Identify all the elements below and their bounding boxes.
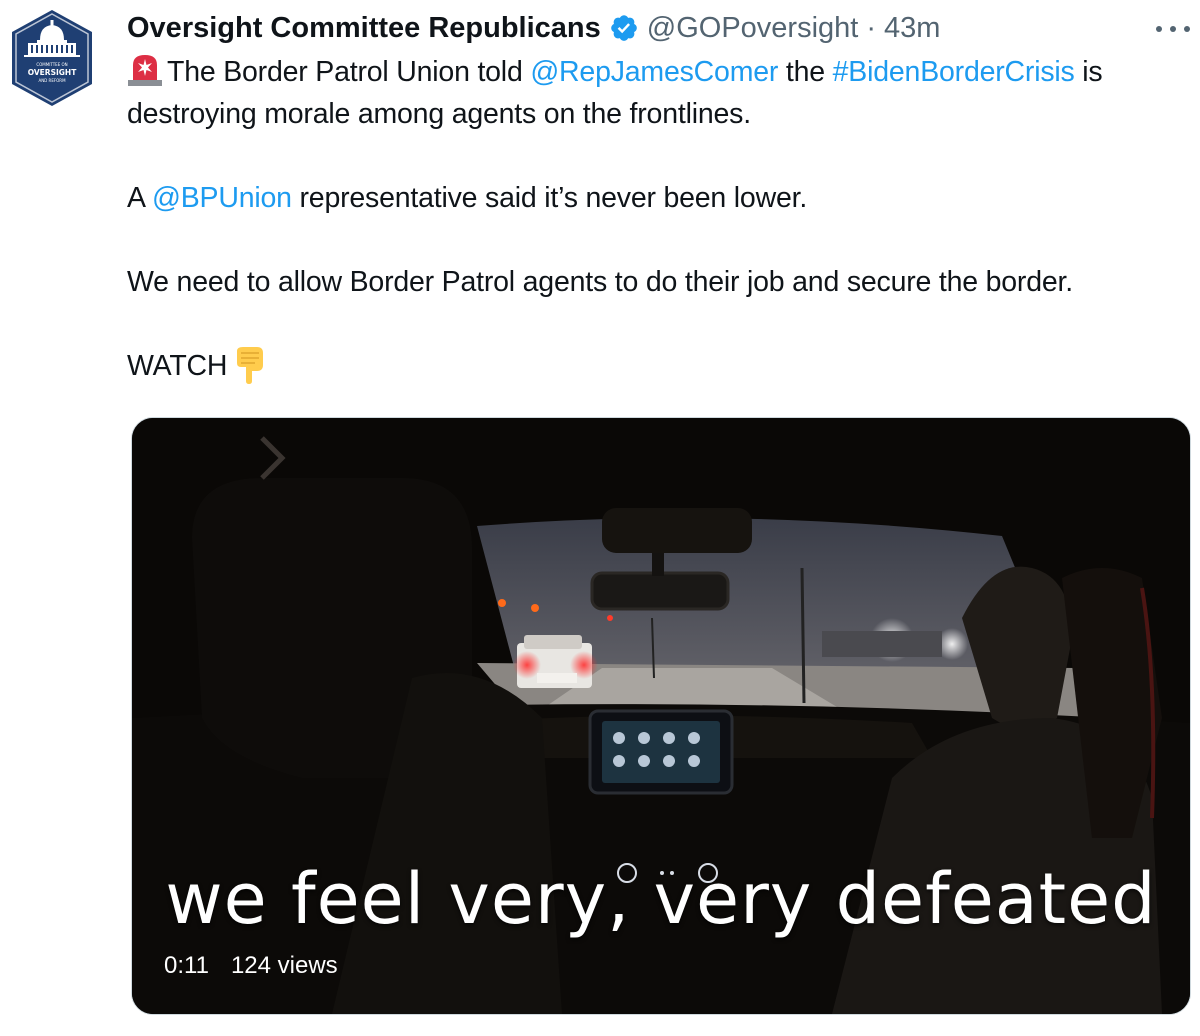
avatar-text-main: OVERSIGHT bbox=[28, 68, 78, 77]
more-options-icon[interactable] bbox=[1156, 14, 1190, 44]
hashtag-bidenbordercrisis-link[interactable]: #BidenBorderCrisis bbox=[833, 56, 1075, 88]
paragraph-2-text-b: representative said it’s never been lowe… bbox=[291, 182, 808, 214]
author-avatar[interactable]: COMMITTEE ON OVERSIGHT AND REFORM bbox=[10, 8, 94, 108]
mention-bpunion-link[interactable]: @BPUnion bbox=[152, 182, 292, 214]
verified-badge-icon[interactable] bbox=[609, 13, 639, 43]
tweet-paragraph-3: We need to allow Border Patrol agents to… bbox=[127, 266, 1073, 298]
watch-text: WATCH bbox=[127, 350, 228, 382]
rotating-light-icon bbox=[128, 55, 162, 86]
video-caption: we feel very, very defeated bbox=[165, 858, 1157, 940]
tweet-text: The Border Patrol Union told @RepJamesCo… bbox=[127, 51, 1190, 387]
mention-repjamescomer-link[interactable]: @RepJamesComer bbox=[530, 56, 778, 88]
tweet-timestamp[interactable]: 43m bbox=[884, 12, 940, 45]
pointing-down-icon bbox=[237, 347, 264, 384]
tweet-header: Oversight Committee Republicans @GOPover… bbox=[127, 8, 1190, 48]
tweet-paragraph-2: A @BPUnion representative said it’s neve… bbox=[127, 177, 1190, 219]
paragraph-1-text-b: the bbox=[778, 56, 833, 88]
paragraph-1-text-a: The Border Patrol Union told bbox=[167, 56, 531, 88]
tweet-paragraph-4: WATCH bbox=[127, 345, 1190, 387]
capitol-seal-icon: COMMITTEE ON OVERSIGHT AND REFORM bbox=[12, 10, 92, 106]
paragraph-2-text-a: A bbox=[127, 182, 152, 214]
tweet-content: Oversight Committee Republicans @GOPover… bbox=[127, 8, 1190, 387]
video-timestamp: 0:11 bbox=[164, 952, 209, 979]
avatar-text-bottom: AND REFORM bbox=[38, 78, 66, 83]
video-meta: 0:11 124 views bbox=[164, 952, 338, 980]
video-view-count: 124 views bbox=[230, 952, 338, 979]
tweet-paragraph-1: The Border Patrol Union told @RepJamesCo… bbox=[127, 51, 1190, 135]
author-handle[interactable]: @GOPoversight bbox=[647, 12, 859, 45]
tweet[interactable]: COMMITTEE ON OVERSIGHT AND REFORM Oversi… bbox=[0, 0, 1200, 1036]
author-display-name[interactable]: Oversight Committee Republicans bbox=[127, 12, 601, 45]
header-separator: · bbox=[866, 11, 877, 44]
video-player[interactable]: we feel very, very defeated 0:11 124 view… bbox=[131, 417, 1191, 1015]
avatar-text-top: COMMITTEE ON bbox=[36, 62, 67, 67]
